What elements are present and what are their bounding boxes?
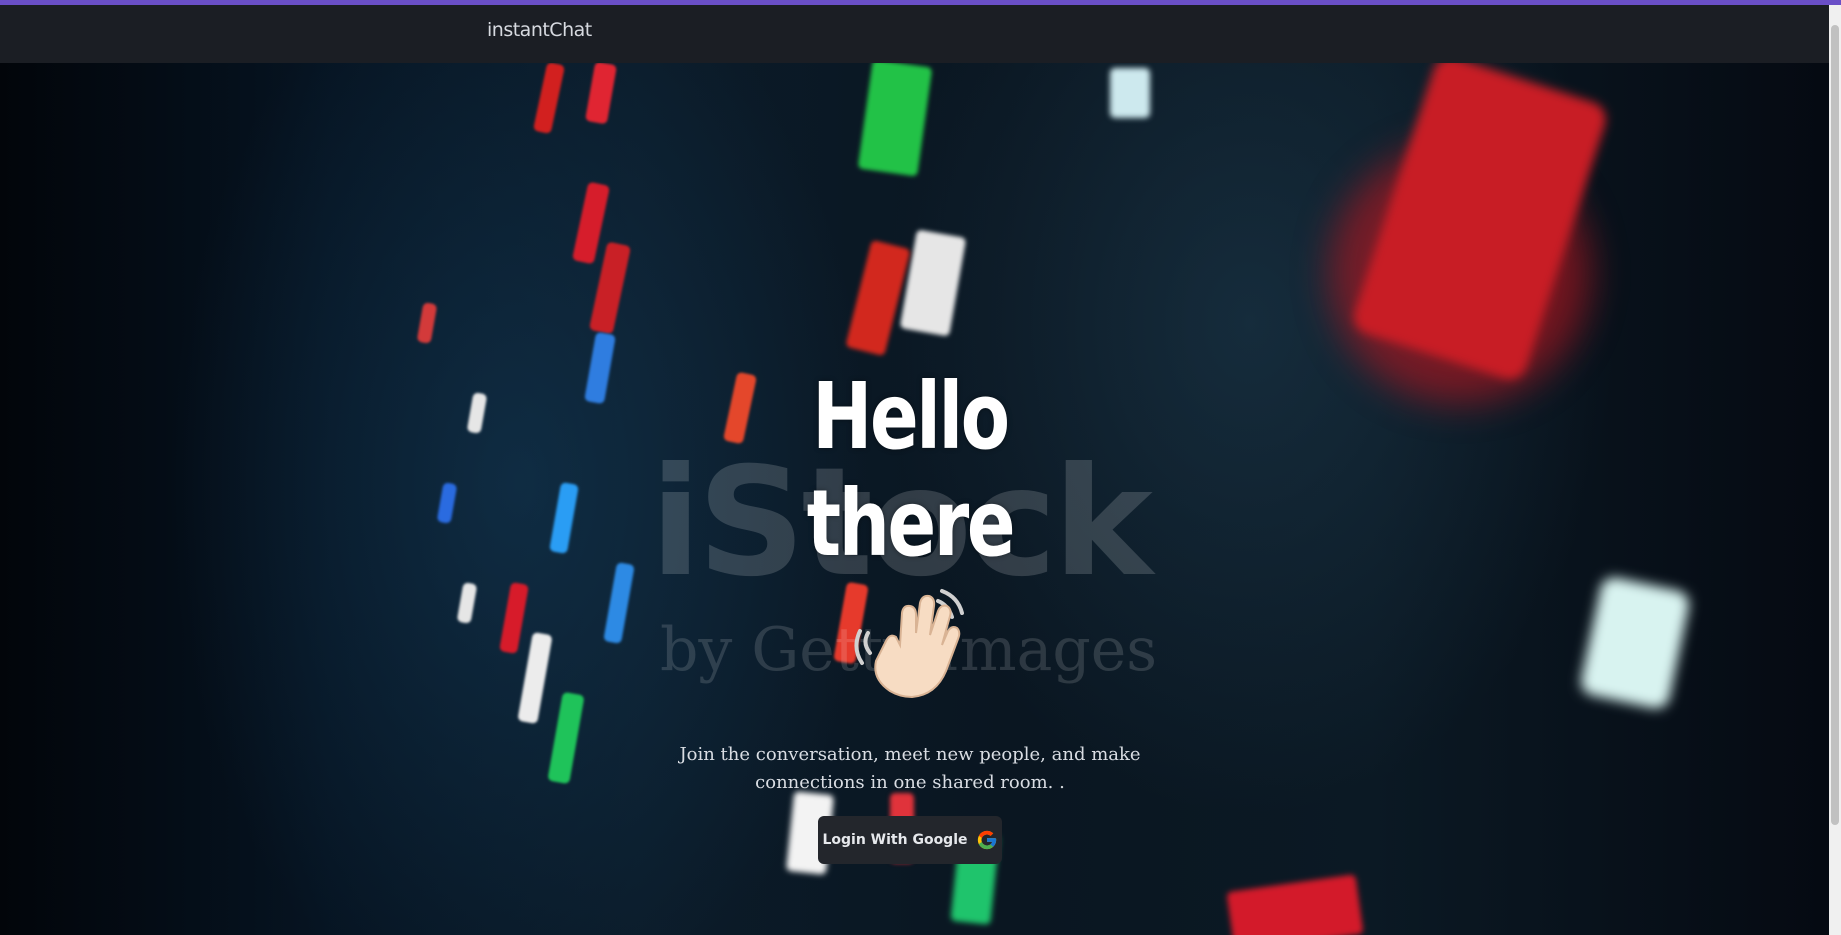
- background-app-tile: [532, 63, 566, 135]
- login-with-google-button[interactable]: Login With Google: [818, 816, 1002, 864]
- background-app-tile: [584, 331, 616, 405]
- background-app-tile: [899, 229, 967, 337]
- background-app-tile: [466, 392, 488, 434]
- background-app-tile: [1226, 874, 1364, 935]
- background-app-tile: [1578, 574, 1692, 712]
- background-app-tile: [549, 481, 579, 555]
- background-app-tile: [456, 582, 478, 624]
- background-app-tile: [547, 691, 585, 785]
- hero-headline: Hello there: [806, 363, 1016, 577]
- background-app-tile: [603, 562, 635, 644]
- background-app-tile: [584, 63, 618, 125]
- background-app-tile: [517, 631, 553, 725]
- brand-link[interactable]: instantChat: [487, 19, 592, 41]
- login-button-label: Login With Google: [822, 832, 968, 848]
- background-app-tile: [1110, 68, 1150, 118]
- hero-section: iStock by Getty Images Hello there Join …: [0, 63, 1829, 935]
- waving-hand-icon: [854, 589, 964, 699]
- page-scrollbar[interactable]: [1829, 5, 1841, 935]
- background-app-tile: [845, 239, 911, 357]
- background-app-tile: [499, 581, 529, 655]
- hero-tagline: Join the conversation, meet new people, …: [679, 744, 1141, 793]
- background-app-tile: [857, 63, 933, 177]
- navbar: instantChat: [0, 5, 1829, 63]
- google-icon: [977, 830, 996, 850]
- background-app-tile: [416, 302, 438, 344]
- background-app-tile: [436, 482, 458, 524]
- scrollbar-thumb[interactable]: [1831, 25, 1839, 825]
